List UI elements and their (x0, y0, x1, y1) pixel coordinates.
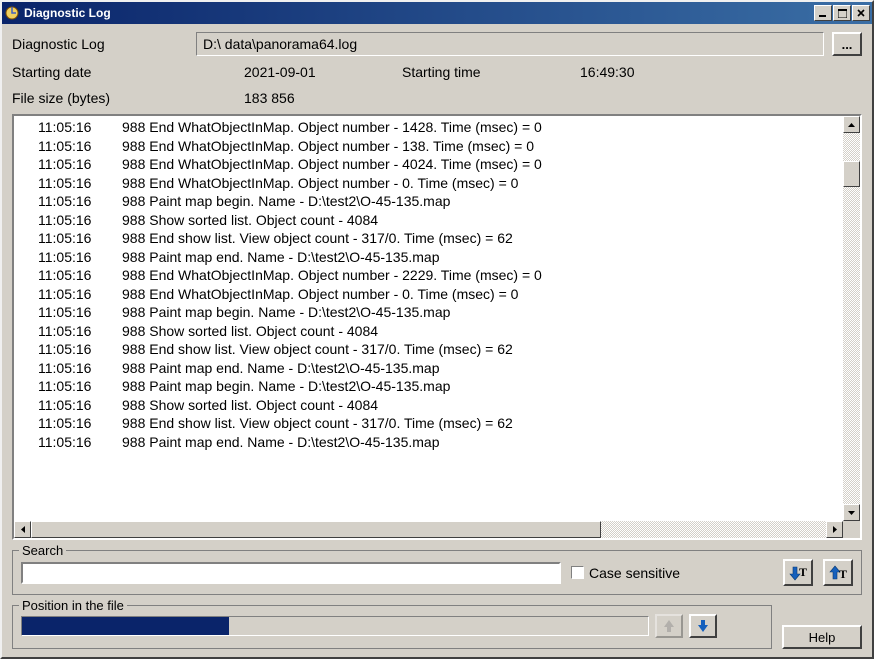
log-time: 11:05:16 (38, 303, 122, 322)
log-message: 988 End WhatObjectInMap. Object number -… (122, 266, 542, 285)
log-message: 988 End show list. View object count - 3… (122, 229, 513, 248)
starting-date-value: 2021-09-01 (244, 64, 402, 80)
log-time: 11:05:16 (38, 174, 122, 193)
log-message: 988 Show sorted list. Object count - 408… (122, 211, 378, 230)
case-sensitive-checkbox[interactable] (571, 566, 584, 579)
log-line[interactable]: 11:05:16988 Paint map begin. Name - D:\t… (38, 377, 843, 396)
log-message: 988 Paint map end. Name - D:\test2\O-45-… (122, 248, 440, 267)
position-group: Position in the file (12, 605, 772, 649)
hscroll-thumb[interactable] (31, 521, 601, 538)
log-line[interactable]: 11:05:16988 Paint map end. Name - D:\tes… (38, 359, 843, 378)
scroll-right-button[interactable] (826, 521, 843, 538)
vertical-scrollbar[interactable] (843, 116, 860, 521)
log-line[interactable]: 11:05:16988 End show list. View object c… (38, 414, 843, 433)
log-line[interactable]: 11:05:16988 End WhatObjectInMap. Object … (38, 285, 843, 304)
log-path-input[interactable]: D:\ data\panorama64.log (196, 32, 824, 56)
case-sensitive-label: Case sensitive (589, 565, 680, 581)
log-time: 11:05:16 (38, 340, 122, 359)
log-time: 11:05:16 (38, 266, 122, 285)
close-button[interactable] (852, 5, 870, 21)
help-button[interactable]: Help (782, 625, 862, 649)
position-legend: Position in the file (19, 598, 127, 613)
log-message: 988 End WhatObjectInMap. Object number -… (122, 155, 542, 174)
vscroll-thumb[interactable] (843, 161, 860, 187)
search-input[interactable] (21, 562, 561, 584)
log-time: 11:05:16 (38, 229, 122, 248)
starting-date-label: Starting date (12, 64, 244, 80)
log-message: 988 Show sorted list. Object count - 408… (122, 396, 378, 415)
log-time: 11:05:16 (38, 377, 122, 396)
log-time: 11:05:16 (38, 118, 122, 137)
file-size-value: 183 856 (244, 90, 295, 106)
svg-text:T: T (799, 565, 807, 579)
scroll-corner (843, 521, 860, 538)
scroll-left-button[interactable] (14, 521, 31, 538)
window-title: Diagnostic Log (24, 6, 814, 20)
log-time: 11:05:16 (38, 192, 122, 211)
log-line[interactable]: 11:05:16988 Show sorted list. Object cou… (38, 322, 843, 341)
log-line[interactable]: 11:05:16988 End WhatObjectInMap. Object … (38, 118, 843, 137)
log-viewer[interactable]: 11:05:16988 End WhatObjectInMap. Object … (12, 114, 862, 540)
log-line[interactable]: 11:05:16988 End show list. View object c… (38, 229, 843, 248)
log-message: 988 Paint map begin. Name - D:\test2\O-4… (122, 303, 450, 322)
log-message: 988 End show list. View object count - 3… (122, 340, 513, 359)
page-down-button[interactable] (689, 614, 717, 638)
log-message: 988 End WhatObjectInMap. Object number -… (122, 137, 534, 156)
log-line[interactable]: 11:05:16988 End WhatObjectInMap. Object … (38, 137, 843, 156)
titlebar[interactable]: Diagnostic Log (2, 2, 872, 24)
search-legend: Search (19, 543, 66, 558)
log-time: 11:05:16 (38, 322, 122, 341)
log-line[interactable]: 11:05:16988 End WhatObjectInMap. Object … (38, 174, 843, 193)
search-down-button[interactable]: T (783, 559, 813, 586)
diagnostic-log-window: Diagnostic Log Diagnostic Log D:\ data\p… (0, 0, 874, 659)
maximize-button[interactable] (833, 5, 851, 21)
log-message: 988 End WhatObjectInMap. Object number -… (122, 118, 542, 137)
log-time: 11:05:16 (38, 414, 122, 433)
log-line[interactable]: 11:05:16988 Show sorted list. Object cou… (38, 396, 843, 415)
hscroll-track[interactable] (31, 521, 826, 538)
log-line[interactable]: 11:05:16988 Paint map begin. Name - D:\t… (38, 192, 843, 211)
log-time: 11:05:16 (38, 155, 122, 174)
svg-text:T: T (839, 567, 847, 581)
log-time: 11:05:16 (38, 433, 122, 452)
log-message: 988 Show sorted list. Object count - 408… (122, 322, 378, 341)
app-icon (4, 5, 20, 21)
vscroll-track[interactable] (843, 133, 860, 504)
log-content[interactable]: 11:05:16988 End WhatObjectInMap. Object … (14, 116, 843, 521)
page-up-button[interactable] (655, 614, 683, 638)
starting-time-label: Starting time (402, 64, 580, 80)
minimize-button[interactable] (814, 5, 832, 21)
file-size-label: File size (bytes) (12, 90, 244, 106)
log-message: 988 Paint map begin. Name - D:\test2\O-4… (122, 192, 450, 211)
browse-button[interactable]: ... (832, 32, 862, 56)
log-message: 988 End show list. View object count - 3… (122, 414, 513, 433)
log-line[interactable]: 11:05:16988 Paint map begin. Name - D:\t… (38, 303, 843, 322)
search-up-button[interactable]: T (823, 559, 853, 586)
log-time: 11:05:16 (38, 285, 122, 304)
log-message: 988 End WhatObjectInMap. Object number -… (122, 285, 518, 304)
log-message: 988 Paint map end. Name - D:\test2\O-45-… (122, 433, 440, 452)
log-line[interactable]: 11:05:16988 Paint map end. Name - D:\tes… (38, 433, 843, 452)
log-line[interactable]: 11:05:16988 Paint map end. Name - D:\tes… (38, 248, 843, 267)
position-bar[interactable] (21, 616, 649, 636)
horizontal-scrollbar[interactable] (14, 521, 860, 538)
diagnostic-log-label: Diagnostic Log (12, 36, 188, 52)
log-line[interactable]: 11:05:16988 End show list. View object c… (38, 340, 843, 359)
log-time: 11:05:16 (38, 396, 122, 415)
log-message: 988 End WhatObjectInMap. Object number -… (122, 174, 518, 193)
log-line[interactable]: 11:05:16988 End WhatObjectInMap. Object … (38, 155, 843, 174)
log-message: 988 Paint map end. Name - D:\test2\O-45-… (122, 359, 440, 378)
log-time: 11:05:16 (38, 211, 122, 230)
scroll-up-button[interactable] (843, 116, 860, 133)
log-line[interactable]: 11:05:16988 End WhatObjectInMap. Object … (38, 266, 843, 285)
log-time: 11:05:16 (38, 248, 122, 267)
log-time: 11:05:16 (38, 137, 122, 156)
log-time: 11:05:16 (38, 359, 122, 378)
position-fill (22, 617, 229, 635)
scroll-down-button[interactable] (843, 504, 860, 521)
starting-time-value: 16:49:30 (580, 64, 635, 80)
log-line[interactable]: 11:05:16988 Show sorted list. Object cou… (38, 211, 843, 230)
search-group: Search Case sensitive T T (12, 550, 862, 595)
log-message: 988 Paint map begin. Name - D:\test2\O-4… (122, 377, 450, 396)
